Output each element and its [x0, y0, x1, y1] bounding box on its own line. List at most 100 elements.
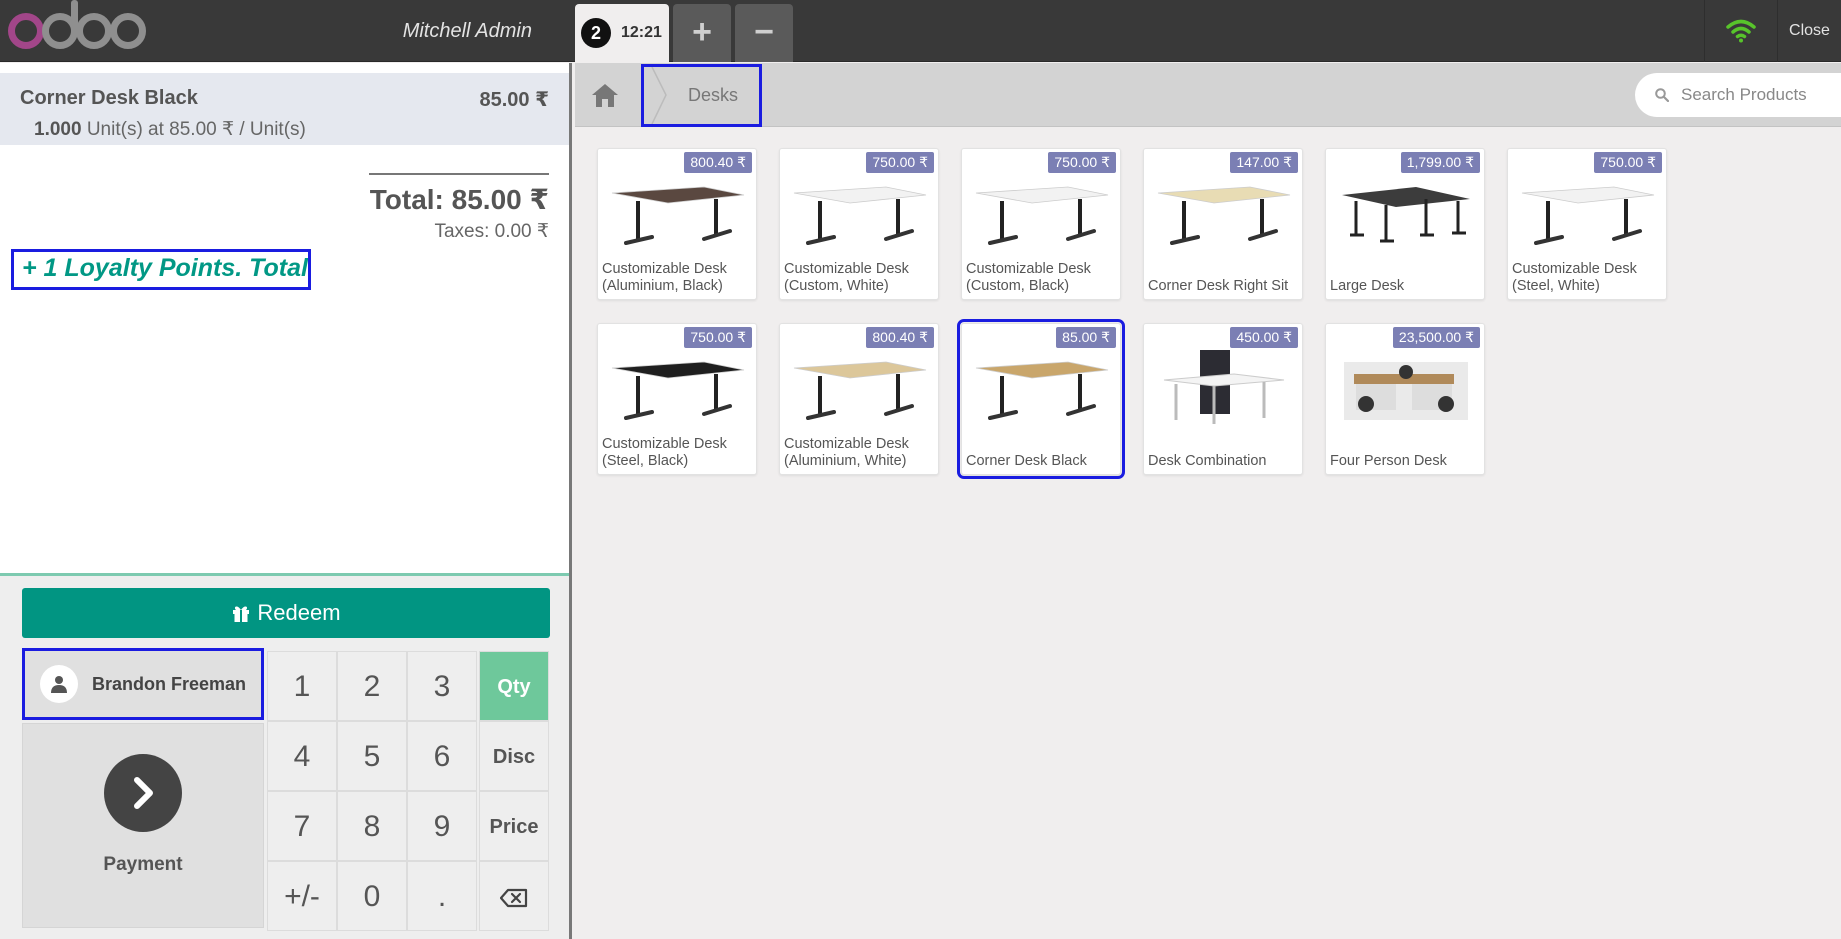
product-price-tag: 23,500.00 ₹ — [1392, 327, 1480, 348]
new-order-button[interactable]: + — [673, 4, 731, 62]
product-image — [793, 361, 927, 420]
product-name: Corner Desk Right Sit — [1148, 278, 1289, 294]
numpad-key-dot[interactable]: . — [407, 861, 477, 931]
order-tab[interactable]: 2 12:21 — [575, 4, 669, 62]
home-button[interactable] — [575, 63, 635, 127]
product-name: Customizable Desk (Steel, Black) — [602, 436, 727, 469]
product-name: Large Desk — [1330, 278, 1405, 294]
product-price-tag: 450.00 ₹ — [1230, 327, 1298, 348]
product-image — [1157, 186, 1291, 245]
numpad: 1 2 3 Qty 4 5 6 Disc 7 8 9 Price +/- 0 . — [267, 651, 550, 931]
backspace-icon — [499, 888, 528, 908]
search-icon — [1655, 88, 1669, 102]
order-line-unit: Unit(s) at 85.00 ₹ / Unit(s) — [86, 119, 306, 140]
close-button[interactable]: Close — [1778, 0, 1841, 62]
numpad-key-0[interactable]: 0 — [337, 861, 407, 931]
breadcrumb-desks[interactable]: Desks — [641, 64, 762, 127]
loyalty-points: + 1 Loyalty Points. Total: 6 — [11, 249, 311, 290]
mode-qty-button[interactable]: Qty — [479, 651, 549, 721]
mode-price-button[interactable]: Price — [479, 791, 549, 861]
product-card[interactable]: 147.00 ₹ Corner Desk Right Sit — [1143, 148, 1303, 300]
product-pane: Desks Search Products 800.40 ₹ Customizab… — [575, 63, 1841, 939]
numpad-key-6[interactable]: 6 — [407, 721, 477, 791]
payment-button[interactable]: Payment — [22, 723, 264, 928]
numpad-key-9[interactable]: 9 — [407, 791, 477, 861]
product-image — [975, 361, 1109, 420]
product-image — [975, 186, 1109, 245]
control-pads: Redeem Brandon Freeman Payment 1 2 3 Qty… — [0, 573, 569, 939]
product-price-tag: 800.40 ₹ — [866, 327, 934, 348]
search-input[interactable]: Search Products — [1681, 85, 1807, 105]
numpad-key-4[interactable]: 4 — [267, 721, 337, 791]
product-card[interactable]: 800.40 ₹ Customizable Desk (Aluminium, Wh… — [779, 323, 939, 475]
product-card[interactable]: 450.00 ₹ Desk Combination — [1143, 323, 1303, 475]
breadcrumb-desks-label: Desks — [688, 85, 739, 105]
delete-order-button[interactable]: − — [735, 4, 793, 62]
product-card[interactable]: 750.00 ₹ Customizable Desk (Steel, Black) — [597, 323, 757, 475]
order-line-qty: 1.000 — [34, 119, 82, 140]
numpad-key-2[interactable]: 2 — [337, 651, 407, 721]
product-card[interactable]: 750.00 ₹ Customizable Desk (Custom, White… — [779, 148, 939, 300]
redeem-button[interactable]: Redeem — [22, 588, 550, 638]
gift-icon — [233, 606, 250, 622]
home-icon — [592, 84, 618, 107]
product-name: Customizable Desk (Custom, Black) — [966, 261, 1091, 294]
search-box[interactable]: Search Products — [1635, 73, 1841, 117]
product-card[interactable]: 750.00 ₹ Customizable Desk (Steel, White) — [1507, 148, 1667, 300]
chevron-right-icon — [104, 754, 182, 832]
product-name: Corner Desk Black — [966, 453, 1087, 469]
pos-header: Mitchell Admin 2 12:21 + − Close — [0, 0, 1841, 62]
backspace-button[interactable] — [479, 861, 549, 931]
product-name: Customizable Desk (Custom, White) — [784, 261, 909, 294]
order-line[interactable]: Corner Desk Black 85.00 ₹ 1.000 Unit(s) … — [0, 73, 569, 145]
product-card[interactable]: 800.40 ₹ Customizable Desk (Aluminium, Bl… — [597, 148, 757, 300]
product-price-tag: 800.40 ₹ — [684, 152, 752, 173]
product-card[interactable]: 1,799.00 ₹ Large Desk — [1325, 148, 1485, 300]
numpad-key-1[interactable]: 1 — [267, 651, 337, 721]
order-taxes: Taxes: 0.00 ₹ — [434, 221, 549, 242]
numpad-key-3[interactable]: 3 — [407, 651, 477, 721]
breadcrumb-separator-icon — [651, 67, 667, 124]
product-price-tag: 750.00 ₹ — [684, 327, 752, 348]
payment-label: Payment — [103, 854, 183, 875]
product-name: Customizable Desk (Steel, White) — [1512, 261, 1637, 294]
product-name: Customizable Desk (Aluminium, Black) — [602, 261, 727, 294]
numpad-key-8[interactable]: 8 — [337, 791, 407, 861]
numpad-key-5[interactable]: 5 — [337, 721, 407, 791]
product-price-tag: 750.00 ₹ — [1048, 152, 1116, 173]
product-name: Four Person Desk — [1330, 453, 1447, 469]
product-card[interactable]: 23,500.00 ₹ Four Person Desk — [1325, 323, 1485, 475]
order-number-badge: 2 — [581, 18, 611, 48]
product-image — [611, 361, 745, 420]
order-total: Total: 85.00 ₹ — [369, 184, 549, 215]
product-name: Customizable Desk (Aluminium, White) — [784, 436, 909, 469]
numpad-key-7[interactable]: 7 — [267, 791, 337, 861]
numpad-key-sign[interactable]: +/- — [267, 861, 337, 931]
cashier-name[interactable]: Mitchell Admin — [0, 0, 572, 62]
customer-button[interactable]: Brandon Freeman — [22, 648, 264, 720]
product-name: Desk Combination — [1148, 453, 1267, 469]
product-image — [611, 186, 745, 245]
product-price-tag: 85.00 ₹ — [1056, 327, 1116, 348]
product-price-tag: 1,799.00 ₹ — [1400, 152, 1480, 173]
product-card[interactable]: 750.00 ₹ Customizable Desk (Custom, Black… — [961, 148, 1121, 300]
mode-disc-button[interactable]: Disc — [479, 721, 549, 791]
order-pane: Corner Desk Black 85.00 ₹ 1.000 Unit(s) … — [0, 63, 572, 939]
product-price-tag: 750.00 ₹ — [1594, 152, 1662, 173]
product-image — [1521, 186, 1655, 245]
order-line-info: 1.000 Unit(s) at 85.00 ₹ / Unit(s) — [34, 118, 306, 141]
order-line-price: 85.00 ₹ — [479, 89, 549, 111]
wifi-icon — [1726, 19, 1756, 43]
product-image — [1344, 362, 1468, 420]
product-price-tag: 750.00 ₹ — [866, 152, 934, 173]
user-icon — [40, 665, 78, 703]
redeem-label: Redeem — [257, 600, 341, 625]
order-summary: Total: 85.00 ₹ Taxes: 0.00 ₹ — [369, 173, 549, 243]
connection-status[interactable] — [1704, 0, 1778, 62]
product-card[interactable]: 85.00 ₹ Corner Desk Black — [957, 319, 1125, 479]
order-line-name: Corner Desk Black — [20, 87, 198, 109]
breadcrumb: Desks Search Products — [575, 63, 1841, 127]
order-time: 12:21 — [621, 24, 662, 41]
product-image — [1163, 350, 1285, 424]
product-price-tag: 147.00 ₹ — [1230, 152, 1298, 173]
